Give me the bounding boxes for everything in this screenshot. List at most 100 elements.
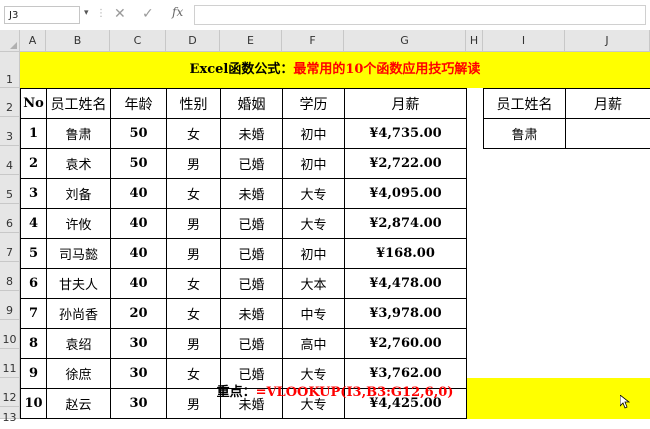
cell-education[interactable]: 大本 xyxy=(283,269,345,299)
row-header-2[interactable]: 2 xyxy=(0,88,20,117)
cell-marital[interactable]: 未婚 xyxy=(221,119,283,149)
cell-education[interactable]: 中专 xyxy=(283,299,345,329)
cell-gender[interactable]: 男 xyxy=(167,239,221,269)
cell-no[interactable]: 6 xyxy=(21,269,47,299)
column-header-h[interactable]: H xyxy=(466,30,483,52)
enter-icon[interactable]: ✓ xyxy=(142,6,154,22)
header-salary[interactable]: 月薪 xyxy=(345,89,467,119)
cell-name[interactable]: 袁绍 xyxy=(47,329,111,359)
row-header-1[interactable]: 1 xyxy=(0,52,20,88)
cell-marital[interactable]: 未婚 xyxy=(221,299,283,329)
cell-marital[interactable]: 已婚 xyxy=(221,209,283,239)
cell-no[interactable]: 5 xyxy=(21,239,47,269)
formula-bar-grip-icon: ⋮ xyxy=(96,8,106,19)
column-header-c[interactable]: C xyxy=(110,30,166,52)
name-box[interactable]: J3 xyxy=(4,6,80,24)
column-header-a[interactable]: A xyxy=(20,30,46,52)
lookup-result-cell[interactable] xyxy=(566,119,650,149)
column-header-e[interactable]: E xyxy=(220,30,282,52)
cell-age[interactable]: 40 xyxy=(111,269,167,299)
cell-age[interactable]: 30 xyxy=(111,329,167,359)
cell-marital[interactable]: 已婚 xyxy=(221,329,283,359)
column-header-d[interactable]: D xyxy=(166,30,220,52)
cell-gender[interactable]: 男 xyxy=(167,209,221,239)
column-header-f[interactable]: F xyxy=(282,30,344,52)
table-row: 7孙尚香20女未婚中专¥3,978.00 xyxy=(21,299,467,329)
cell-name[interactable]: 司马懿 xyxy=(47,239,111,269)
cell-no[interactable]: 1 xyxy=(21,119,47,149)
cell-gender[interactable]: 女 xyxy=(167,299,221,329)
cell-marital[interactable]: 未婚 xyxy=(221,179,283,209)
cell-no[interactable]: 3 xyxy=(21,179,47,209)
column-header-b[interactable]: B xyxy=(46,30,110,52)
cell-education[interactable]: 大专 xyxy=(283,179,345,209)
row-header-10[interactable]: 10 xyxy=(0,320,20,349)
cell-age[interactable]: 40 xyxy=(111,209,167,239)
insert-function-icon[interactable]: fx xyxy=(172,5,183,19)
column-header-g[interactable]: G xyxy=(344,30,466,52)
cell-name[interactable]: 袁术 xyxy=(47,149,111,179)
cancel-icon[interactable]: ✕ xyxy=(114,6,126,22)
cell-no[interactable]: 8 xyxy=(21,329,47,359)
lookup-header-salary[interactable]: 月薪 xyxy=(566,89,650,119)
lookup-header-name[interactable]: 员工姓名 xyxy=(484,89,566,119)
row-header-7[interactable]: 7 xyxy=(0,233,20,262)
cell-marital[interactable]: 已婚 xyxy=(221,269,283,299)
cell-age[interactable]: 50 xyxy=(111,119,167,149)
row-header-6[interactable]: 6 xyxy=(0,204,20,233)
cell-education[interactable]: 初中 xyxy=(283,119,345,149)
cell-salary[interactable]: ¥4,095.00 xyxy=(345,179,467,209)
name-box-dropdown-icon[interactable]: ▾ xyxy=(84,8,92,20)
cell-gender[interactable]: 女 xyxy=(167,119,221,149)
cell-name[interactable]: 孙尚香 xyxy=(47,299,111,329)
cell-age[interactable]: 40 xyxy=(111,239,167,269)
cell-name[interactable]: 刘备 xyxy=(47,179,111,209)
title-highlight: 最常用的10个函数应用技巧解读 xyxy=(293,62,480,77)
row-header-4[interactable]: 4 xyxy=(0,146,20,175)
cell-age[interactable]: 40 xyxy=(111,179,167,209)
cell-salary[interactable]: ¥4,735.00 xyxy=(345,119,467,149)
row-header-9[interactable]: 9 xyxy=(0,291,20,320)
cell-age[interactable]: 20 xyxy=(111,299,167,329)
row-header-5[interactable]: 5 xyxy=(0,175,20,204)
cell-gender[interactable]: 男 xyxy=(167,329,221,359)
header-no[interactable]: No xyxy=(21,89,47,119)
cell-salary[interactable]: ¥2,874.00 xyxy=(345,209,467,239)
select-all-button[interactable] xyxy=(0,30,20,52)
cell-name[interactable]: 鲁肃 xyxy=(47,119,111,149)
row-header-11[interactable]: 11 xyxy=(0,349,20,378)
cell-salary[interactable]: ¥2,722.00 xyxy=(345,149,467,179)
cell-education[interactable]: 初中 xyxy=(283,239,345,269)
cell-age[interactable]: 50 xyxy=(111,149,167,179)
header-education[interactable]: 学历 xyxy=(283,89,345,119)
cell-salary[interactable]: ¥2,760.00 xyxy=(345,329,467,359)
cell-salary[interactable]: ¥3,978.00 xyxy=(345,299,467,329)
cell-gender[interactable]: 男 xyxy=(167,149,221,179)
cell-name[interactable]: 甘夫人 xyxy=(47,269,111,299)
header-age[interactable]: 年龄 xyxy=(111,89,167,119)
cell-name[interactable]: 许攸 xyxy=(47,209,111,239)
cell-education[interactable]: 大专 xyxy=(283,209,345,239)
column-header-j[interactable]: J xyxy=(565,30,650,52)
cell-education[interactable]: 初中 xyxy=(283,149,345,179)
cell-marital[interactable]: 已婚 xyxy=(221,239,283,269)
lookup-name-cell[interactable]: 鲁肃 xyxy=(484,119,566,149)
cell-no[interactable]: 4 xyxy=(21,209,47,239)
row-header-13[interactable]: 13 xyxy=(0,407,20,419)
header-marital[interactable]: 婚姻 xyxy=(221,89,283,119)
column-header-i[interactable]: I xyxy=(483,30,565,52)
header-name[interactable]: 员工姓名 xyxy=(47,89,111,119)
formula-input[interactable] xyxy=(194,5,646,25)
cell-gender[interactable]: 女 xyxy=(167,269,221,299)
cell-marital[interactable]: 已婚 xyxy=(221,149,283,179)
cell-salary[interactable]: ¥4,478.00 xyxy=(345,269,467,299)
row-header-12[interactable]: 12 xyxy=(0,378,20,407)
row-header-8[interactable]: 8 xyxy=(0,262,20,291)
cell-salary[interactable]: ¥168.00 xyxy=(345,239,467,269)
cell-gender[interactable]: 女 xyxy=(167,179,221,209)
row-header-3[interactable]: 3 xyxy=(0,117,20,146)
cell-no[interactable]: 2 xyxy=(21,149,47,179)
header-gender[interactable]: 性别 xyxy=(167,89,221,119)
cell-no[interactable]: 7 xyxy=(21,299,47,329)
cell-education[interactable]: 高中 xyxy=(283,329,345,359)
